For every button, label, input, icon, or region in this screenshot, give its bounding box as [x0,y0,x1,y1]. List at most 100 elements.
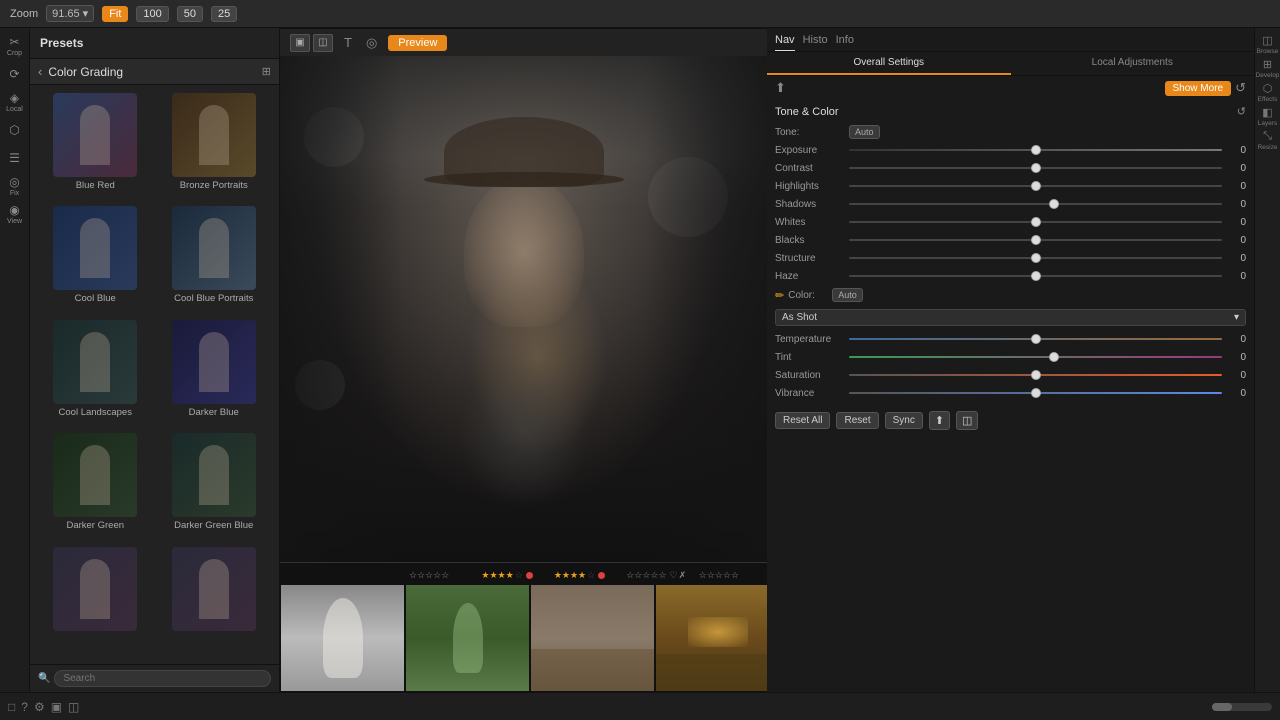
vibrance-slider[interactable] [849,386,1222,400]
tint-slider[interactable] [849,350,1222,364]
highlights-track [849,185,1222,187]
resize-panel-button[interactable]: ⤡ Resize [1257,129,1279,151]
saturation-slider[interactable] [849,368,1222,382]
menu-tool[interactable]: ☰ [2,145,28,171]
film-item-4[interactable] [655,584,767,692]
reset-all-button[interactable]: Reset All [775,412,830,429]
sync-button[interactable]: Sync [885,412,923,429]
vibrance-thumb [1031,388,1041,398]
view-tool[interactable]: ◉ View [2,201,28,227]
color-auto-button[interactable]: Auto [832,288,863,302]
bottom-panels-icon[interactable]: ◫ [68,700,79,714]
bottom-help-icon[interactable]: ? [21,700,28,714]
section-reset-icon[interactable]: ↺ [1237,105,1246,118]
compare-icon-button[interactable]: ◫ [956,411,978,430]
rotate-tool[interactable]: ⟳ [2,61,28,87]
text-tool-icon[interactable]: T [341,35,355,50]
fix-tool[interactable]: ◎ Fix [2,173,28,199]
develop-panel-button[interactable]: ⊞ Develop [1257,57,1279,79]
split-view-button[interactable]: ◫ [313,34,333,52]
preset-item[interactable]: Darker Blue [157,320,272,429]
grid-view-icon[interactable]: ⊞ [262,65,271,78]
saturation-row: Saturation 0 [767,366,1254,384]
bottom-settings-icon[interactable]: ⚙ [34,700,45,714]
preset-figure [53,547,137,631]
main-photo [280,56,767,562]
film-item-1[interactable] [280,584,405,692]
effects-panel-button[interactable]: ⬡ Effects [1257,81,1279,103]
temperature-row: Temperature 0 [767,330,1254,348]
export-icon-button[interactable]: ⬆ [929,411,950,430]
temperature-slider[interactable] [849,332,1222,346]
crop-tool[interactable]: ✂ Crop [2,33,28,59]
zoom-25-button[interactable]: 25 [211,6,237,22]
exposure-slider[interactable] [849,143,1222,157]
single-view-button[interactable]: ▣ [290,34,310,52]
whites-slider[interactable] [849,215,1222,229]
tone-auto-button[interactable]: Auto [849,125,880,139]
bottom-square-icon[interactable]: □ [8,700,15,714]
upload-icon[interactable]: ⬆ [775,80,786,96]
preset-figure [172,320,256,404]
preview-button[interactable]: Preview [388,35,447,51]
saturation-label: Saturation [775,370,845,381]
haze-slider[interactable] [849,269,1222,283]
preset-item[interactable] [38,547,153,656]
preset-item[interactable]: Cool Blue Portraits [157,206,272,315]
preset-item[interactable]: Bronze Portraits [157,93,272,202]
contrast-slider[interactable] [849,161,1222,175]
exposure-value: 0 [1226,145,1246,156]
highlights-slider[interactable] [849,179,1222,193]
preset-thumbnail [172,433,256,517]
vibrance-label: Vibrance [775,388,845,399]
preset-item-cool-landscapes[interactable]: Cool Landscapes [38,320,153,429]
overall-settings-tab[interactable]: Overall Settings [767,52,1011,75]
nav-tab-histo[interactable]: Histo [803,34,828,51]
zoom-50-button[interactable]: 50 [177,6,203,22]
exposure-thumb [1031,145,1041,155]
film-item-2[interactable] [405,584,530,692]
preset-figure [172,93,256,177]
presets-folder-title: Color Grading [48,65,255,79]
blacks-slider[interactable] [849,233,1222,247]
nav-tab-nav[interactable]: Nav [775,34,795,51]
local-tool[interactable]: ◈ Local [2,89,28,115]
search-input[interactable] [54,670,271,687]
hex-tool[interactable]: ⬡ [2,117,28,143]
browse-icon: ◫ [1262,34,1272,47]
zoom-100-button[interactable]: 100 [136,6,168,22]
undo-icon[interactable]: ↺ [1235,80,1246,96]
as-shot-row: As Shot ▾ [767,307,1254,328]
preset-item[interactable]: Cool Blue [38,206,153,315]
bottom-grid-icon[interactable]: ▣ [51,700,62,714]
reset-button[interactable]: Reset [836,412,878,429]
local-icon: ◈ [10,91,19,105]
whites-value: 0 [1226,217,1246,228]
layers-panel-button[interactable]: ◧ Layers [1257,105,1279,127]
browse-panel-button[interactable]: ◫ Browse [1257,33,1279,55]
fix-icon: ◎ [9,175,19,189]
zoom-value-display[interactable]: 91.65 ▾ [46,5,94,22]
film-item-3[interactable] [530,584,655,692]
structure-slider[interactable] [849,251,1222,265]
main-area: ✂ Crop ⟳ ◈ Local ⬡ ☰ ◎ Fix ◉ View Preset… [0,28,1280,692]
nav-tab-info[interactable]: Info [836,34,854,51]
preset-item[interactable]: Blue Red [38,93,153,202]
back-button[interactable]: ‹ [38,64,42,79]
shadows-slider[interactable] [849,197,1222,211]
tint-label: Tint [775,352,845,363]
tone-color-section-header[interactable]: Tone & Color ↺ [767,100,1254,123]
preset-item[interactable] [157,547,272,656]
preset-thumbnail [53,433,137,517]
preset-item[interactable]: Darker Green [38,433,153,542]
circle-tool-icon[interactable]: ◎ [363,35,380,51]
reset-row: Reset All Reset Sync ⬆ ◫ [767,406,1254,435]
rating-5: ☆☆☆☆☆ [695,570,767,581]
show-more-button[interactable]: Show More [1165,81,1232,96]
zoom-fit-button[interactable]: Fit [102,6,128,22]
local-adjustments-tab[interactable]: Local Adjustments [1011,52,1255,75]
as-shot-dropdown[interactable]: As Shot ▾ [775,309,1246,326]
preset-item[interactable]: Darker Green Blue [157,433,272,542]
contrast-row: Contrast 0 [767,159,1254,177]
whites-track [849,221,1222,223]
